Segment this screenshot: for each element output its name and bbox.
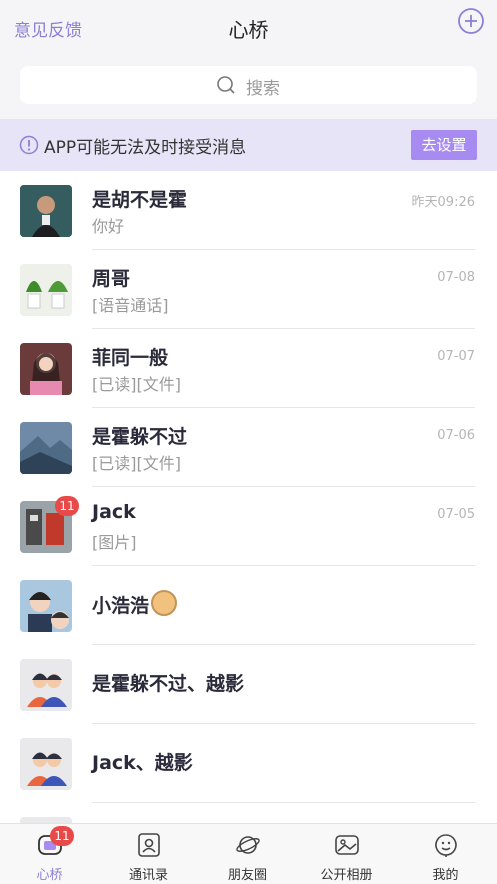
search-icon bbox=[217, 76, 235, 94]
avatar bbox=[20, 264, 72, 316]
chat-name: 小浩浩 bbox=[92, 590, 178, 618]
unread-badge: 11 bbox=[55, 496, 79, 516]
profile-icon bbox=[435, 834, 457, 857]
chat-row[interactable]: 是霍躲不过 [已读][文件] 07-06 bbox=[0, 408, 497, 487]
chat-time: 07-06 bbox=[437, 428, 475, 443]
chat-row[interactable] bbox=[0, 803, 497, 824]
chat-row[interactable]: 菲同一般 [已读][文件] 07-07 bbox=[0, 329, 497, 408]
chat-name: 是胡不是霍 bbox=[92, 189, 188, 211]
tab-moments[interactable]: 朋友圈 bbox=[198, 824, 297, 884]
bottom-tab-bar: 心桥 通讯录 朋友圈 公开相册 我的 11 bbox=[0, 823, 497, 884]
avatar bbox=[20, 185, 72, 237]
tab-contacts[interactable]: 通讯录 bbox=[99, 824, 198, 884]
chat-time: 07-08 bbox=[437, 270, 475, 285]
avatar bbox=[20, 343, 72, 395]
go-settings-button[interactable]: 去设置 bbox=[411, 130, 477, 160]
chat-name: 是霍躲不过 bbox=[92, 426, 188, 448]
chat-row[interactable]: Jack、越影 bbox=[0, 724, 497, 803]
tab-public-album[interactable]: 公开相册 bbox=[297, 824, 396, 884]
tab-unread-badge: 11 bbox=[50, 826, 74, 846]
alert-circle-icon bbox=[19, 135, 39, 155]
chat-message: [图片] bbox=[92, 533, 137, 552]
tab-label: 公开相册 bbox=[320, 868, 373, 883]
notice-text: APP可能无法及时接受消息 bbox=[44, 138, 247, 158]
face-emoji-icon bbox=[151, 590, 178, 616]
group-avatar-icon bbox=[20, 738, 72, 790]
chat-time: 07-07 bbox=[437, 349, 475, 364]
chat-row[interactable]: 是霍躲不过、越影 bbox=[0, 645, 497, 724]
chat-name: 周哥 bbox=[92, 268, 131, 290]
chat-name: Jack bbox=[92, 501, 136, 523]
chat-row[interactable]: 周哥 [语音通话] 07-08 bbox=[0, 250, 497, 329]
page-title: 心桥 bbox=[228, 18, 269, 42]
search-placeholder: 搜索 bbox=[246, 79, 280, 99]
tab-label: 朋友圈 bbox=[227, 868, 267, 883]
chat-row[interactable]: 是胡不是霍 你好 昨天09:26 bbox=[0, 171, 497, 250]
chat-message: [已读][文件] bbox=[92, 454, 181, 473]
chat-time: 昨天09:26 bbox=[411, 195, 475, 210]
avatar bbox=[20, 422, 72, 474]
group-avatar-icon bbox=[20, 659, 72, 711]
chat-name: Jack、越影 bbox=[92, 752, 193, 774]
search-input[interactable]: 搜索 bbox=[20, 66, 477, 104]
notification-banner: APP可能无法及时接受消息 去设置 bbox=[0, 119, 497, 171]
chat-message: 你好 bbox=[92, 217, 125, 236]
tab-label: 通讯录 bbox=[128, 868, 168, 883]
image-icon bbox=[335, 835, 359, 855]
chat-message: [已读][文件] bbox=[92, 375, 181, 394]
chat-message: [语音通话] bbox=[92, 296, 169, 315]
tab-me[interactable]: 我的 bbox=[396, 824, 495, 884]
chat-name: 菲同一般 bbox=[92, 347, 169, 369]
contacts-icon bbox=[138, 833, 160, 857]
planet-icon bbox=[236, 836, 260, 854]
avatar bbox=[20, 580, 72, 632]
tab-label: 心桥 bbox=[36, 868, 63, 883]
tab-label: 我的 bbox=[432, 868, 459, 883]
chat-name: 是霍躲不过、越影 bbox=[92, 673, 245, 695]
chat-row[interactable]: 小浩浩 bbox=[0, 566, 497, 645]
plus-circle-icon[interactable] bbox=[458, 8, 484, 34]
chat-time: 07-05 bbox=[437, 507, 475, 522]
search-area: 搜索 bbox=[0, 56, 497, 118]
top-bar: 意见反馈 心桥 bbox=[0, 0, 497, 56]
